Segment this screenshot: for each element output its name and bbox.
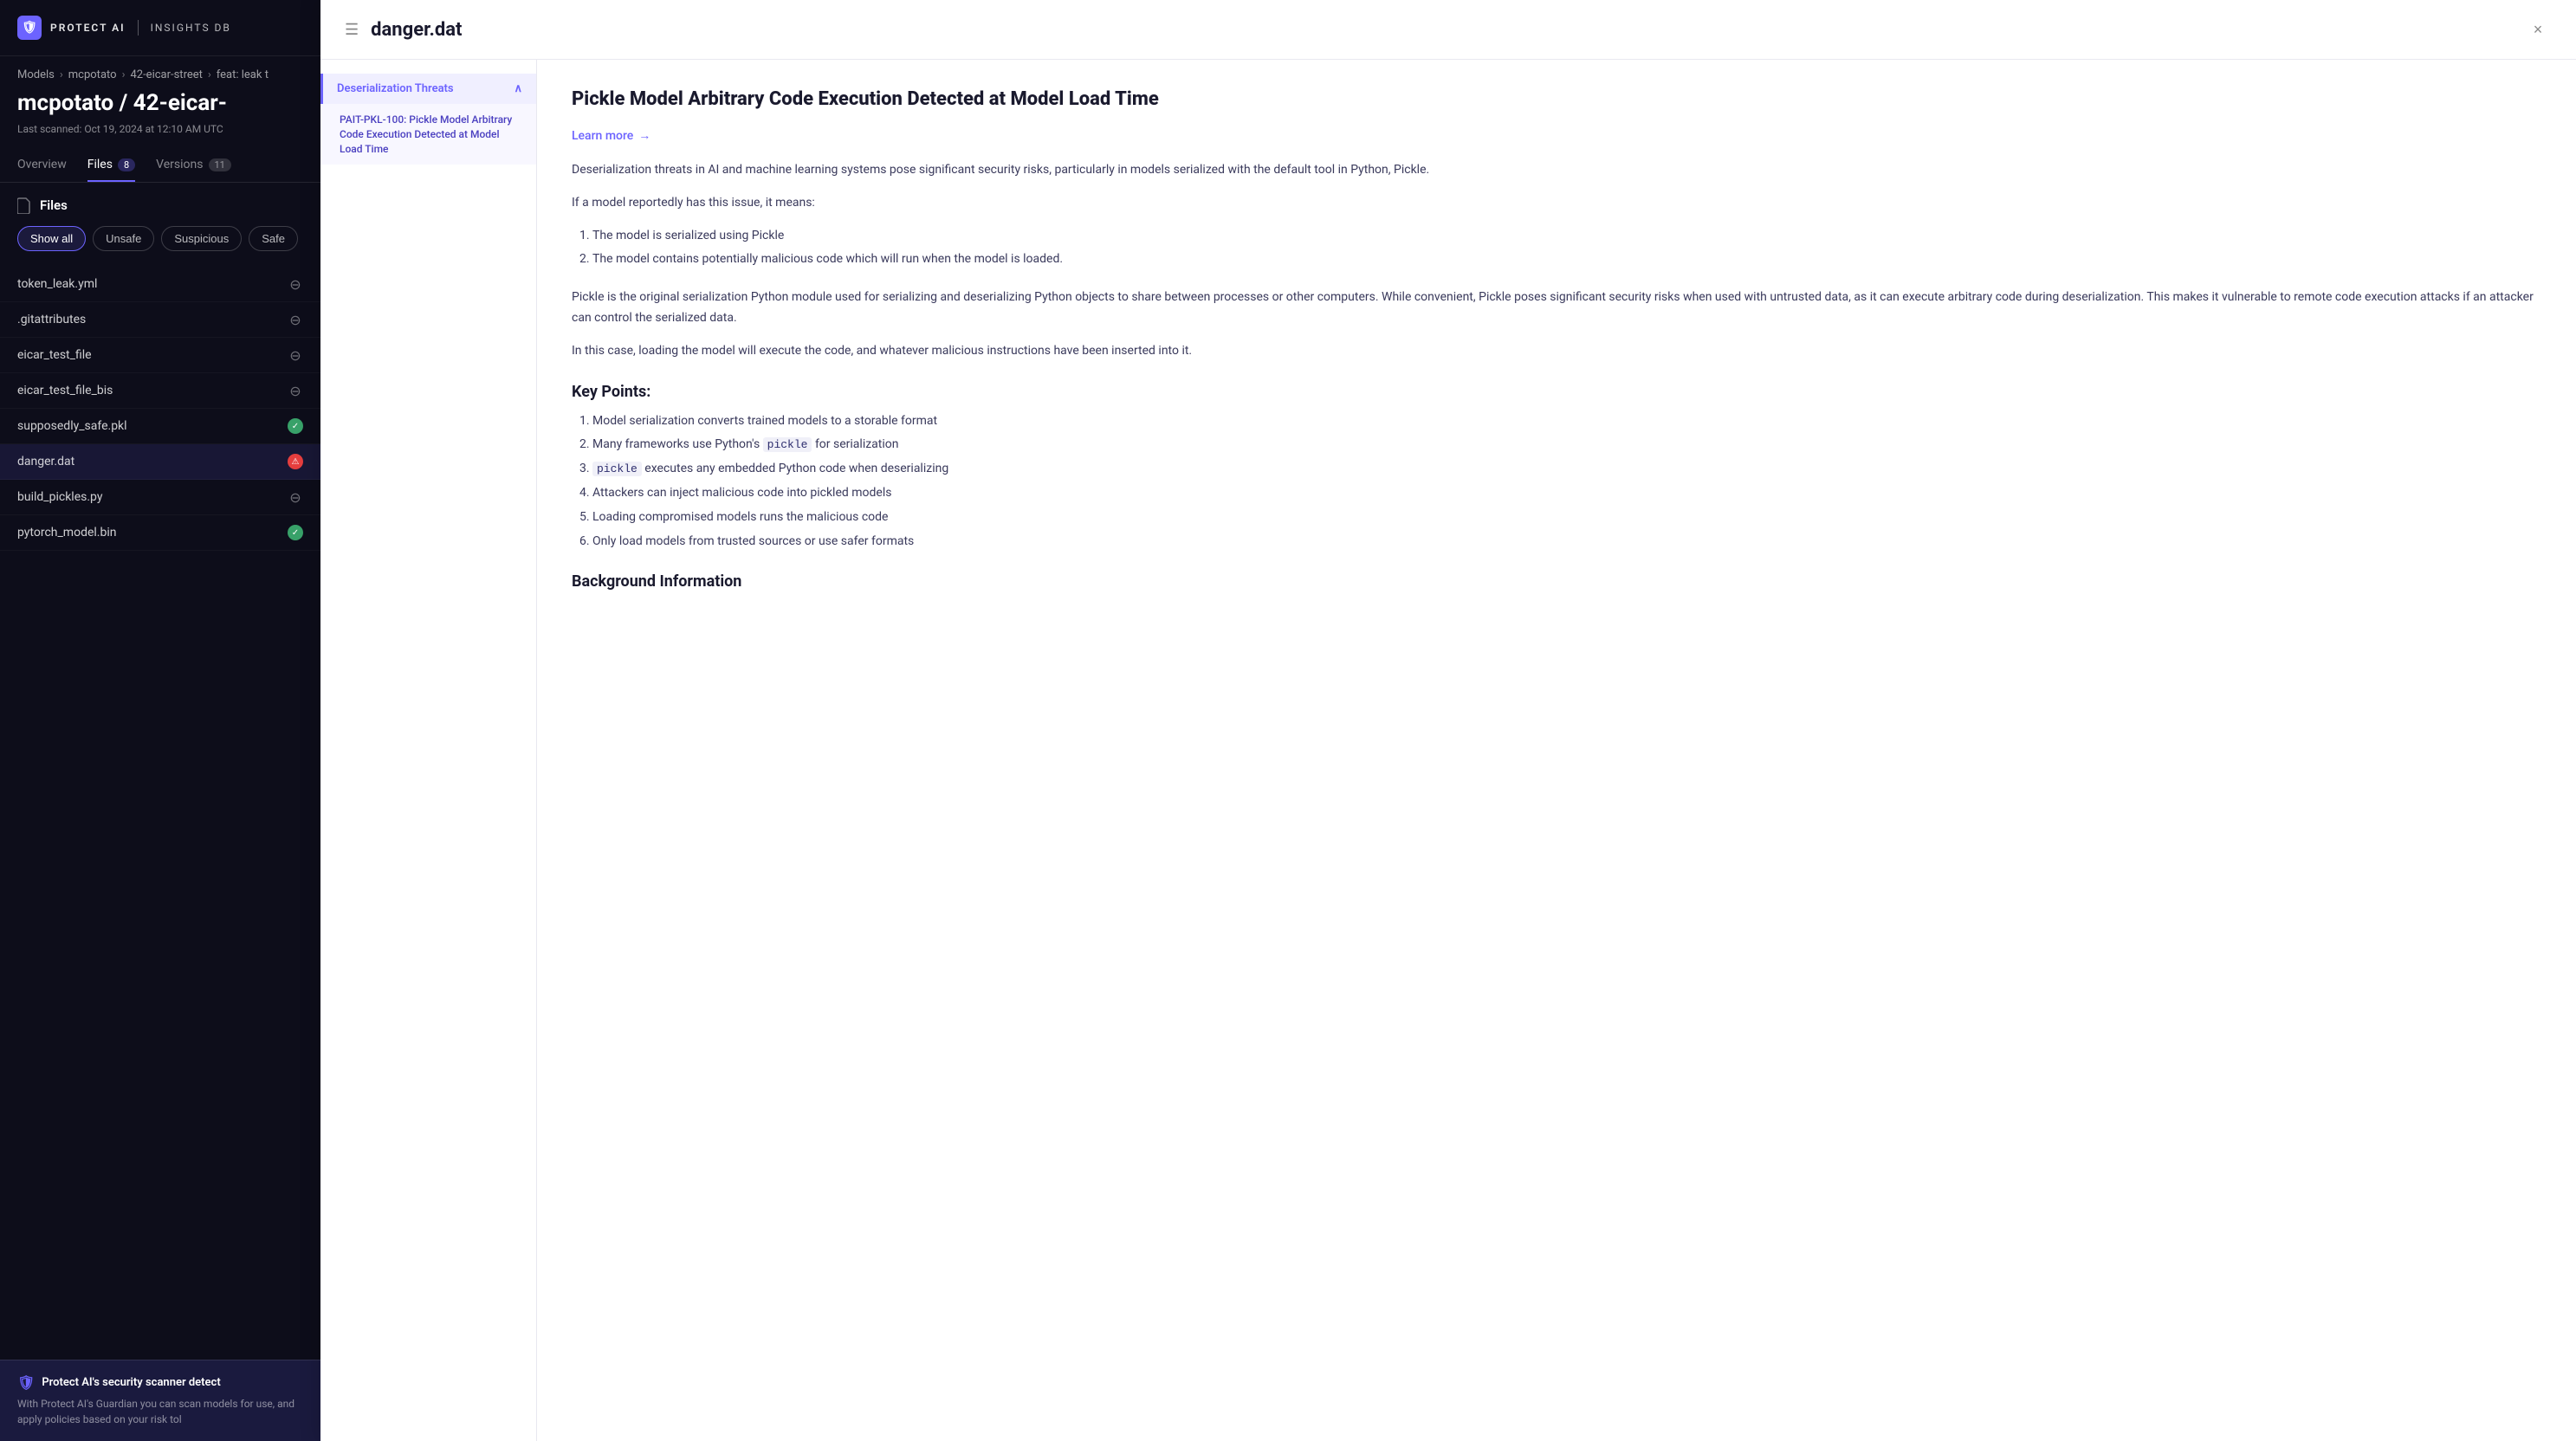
right-overlay: ☰ danger.dat × Deserialization Threats ∧… [320,0,2576,1441]
issue-list-item-2: The model contains potentially malicious… [592,249,2541,270]
topbar: 🛡 PROTECT AI INSIGHTS DB [0,0,320,56]
logo-separator [138,20,139,36]
files-header: Files [17,197,303,214]
breadcrumb-branch[interactable]: 42-eicar-street [130,68,202,81]
nav-item-pait-pkl-100[interactable]: PAIT-PKL-100: Pickle Model Arbitrary Cod… [320,104,536,165]
filter-suspicious[interactable]: Suspicious [161,226,242,251]
nav-section-header[interactable]: Deserialization Threats ∧ [320,74,536,104]
breadcrumb-sep-2: › [122,68,126,81]
files-section: Files Show all Unsafe Suspicious Safe [0,183,320,260]
kp-4: Attackers can inject malicious code into… [592,483,2541,504]
intro-paragraph: Deserialization threats in AI and machin… [572,160,2541,181]
breadcrumb-sep-3: › [208,68,211,81]
background-title: Background Information [572,572,2541,591]
badge-safe: ✓ [288,418,303,434]
logo-icon: 🛡 [17,16,42,40]
tab-files-label: Files [87,158,113,171]
file-name: token_leak.yml [17,277,279,291]
tab-versions-label: Versions [156,158,203,171]
last-scanned: Last scanned: Oct 19, 2024 at 12:10 AM U… [0,120,320,149]
file-name: .gitattributes [17,313,279,326]
learn-more-link[interactable]: Learn more → [572,128,650,143]
tab-overview[interactable]: Overview [17,149,67,182]
banner-title: 🛡 Protect AI's security scanner detect [17,1374,303,1391]
tab-files-count: 8 [118,158,135,171]
banner-title-text: Protect AI's security scanner detect [42,1376,220,1389]
tabs-bar: Overview Files 8 Versions 11 [0,149,320,183]
badge-neutral: ⊖ [288,276,303,292]
logo-sub: INSIGHTS DB [151,22,231,34]
filter-safe[interactable]: Safe [249,226,298,251]
tab-overview-label: Overview [17,158,67,171]
file-item-pytorch-model[interactable]: pytorch_model.bin ✓ [0,515,320,551]
logo-name: PROTECT AI [50,22,126,34]
chevron-up-icon: ∧ [514,82,522,95]
filter-show-all[interactable]: Show all [17,226,86,251]
learn-more-label: Learn more [572,129,633,143]
file-list: token_leak.yml ⊖ .gitattributes ⊖ eicar_… [0,260,320,1360]
tab-versions[interactable]: Versions 11 [156,149,231,182]
overlay-content: Pickle Model Arbitrary Code Execution De… [537,60,2576,1441]
breadcrumb-mcpotato[interactable]: mcpotato [68,68,117,81]
overlay-nav: Deserialization Threats ∧ PAIT-PKL-100: … [320,60,537,1441]
badge-neutral: ⊖ [288,383,303,398]
file-item-eicar[interactable]: eicar_test_file ⊖ [0,338,320,373]
file-name: build_pickles.py [17,490,279,504]
banner-text: With Protect AI's Guardian you can scan … [17,1396,303,1427]
file-item-supposedly-safe[interactable]: supposedly_safe.pkl ✓ [0,409,320,444]
close-button[interactable]: × [2524,16,2552,43]
overlay-title: danger.dat [371,19,2512,41]
file-item-eicar-bis[interactable]: eicar_test_file_bis ⊖ [0,373,320,409]
files-label: Files [40,197,68,213]
key-points-title: Key Points: [572,383,2541,401]
issue-list: The model is serialized using Pickle The… [572,226,2541,271]
badge-neutral: ⊖ [288,347,303,363]
breadcrumb-sep-1: › [60,68,63,81]
tab-versions-count: 11 [209,158,231,171]
breadcrumb-models[interactable]: Models [17,68,55,81]
badge-danger: ⚠ [288,454,303,469]
files-icon [17,197,33,214]
nav-section-deserialization: Deserialization Threats ∧ PAIT-PKL-100: … [320,74,536,165]
kp-2: Many frameworks use Python's pickle for … [592,435,2541,456]
left-panel: 🛡 PROTECT AI INSIGHTS DB Models › mcpota… [0,0,320,1441]
key-points-list: Model serialization converts trained mod… [572,411,2541,552]
file-name: eicar_test_file [17,348,279,362]
badge-neutral: ⊖ [288,489,303,505]
page-title: mcpotato / 42-eicar- [0,90,320,120]
breadcrumb-commit: feat: leak t [217,68,269,81]
file-item-token-leak[interactable]: token_leak.yml ⊖ [0,267,320,302]
file-item-gitattributes[interactable]: .gitattributes ⊖ [0,302,320,338]
badge-safe: ✓ [288,525,303,540]
filter-buttons: Show all Unsafe Suspicious Safe [17,226,303,251]
overlay-body: Deserialization Threats ∧ PAIT-PKL-100: … [320,60,2576,1441]
badge-neutral: ⊖ [288,312,303,327]
file-item-danger-dat[interactable]: danger.dat ⚠ [0,444,320,480]
breadcrumb: Models › mcpotato › 42-eicar-street › fe… [0,56,320,90]
overlay-header: ☰ danger.dat × [320,0,2576,60]
pickle-paragraph: Pickle is the original serialization Pyt… [572,288,2541,329]
file-name: supposedly_safe.pkl [17,419,279,433]
file-name: danger.dat [17,455,279,468]
content-title: Pickle Model Arbitrary Code Execution De… [572,87,2541,113]
if-paragraph: If a model reportedly has this issue, it… [572,193,2541,214]
bottom-banner: 🛡 Protect AI's security scanner detect W… [0,1360,320,1441]
file-name: pytorch_model.bin [17,526,279,540]
kp-3: pickle executes any embedded Python code… [592,459,2541,480]
nav-section-label: Deserialization Threats [337,82,454,95]
menu-icon[interactable]: ☰ [345,21,359,39]
banner-shield-icon: 🛡 [17,1374,35,1391]
kp-6: Only load models from trusted sources or… [592,532,2541,552]
kp-1: Model serialization converts trained mod… [592,411,2541,432]
file-item-build-pickles[interactable]: build_pickles.py ⊖ [0,480,320,515]
file-name: eicar_test_file_bis [17,384,279,397]
arrow-icon: → [638,128,650,143]
tab-files[interactable]: Files 8 [87,149,135,182]
issue-list-item-1: The model is serialized using Pickle [592,226,2541,247]
filter-unsafe[interactable]: Unsafe [93,226,154,251]
case-paragraph: In this case, loading the model will exe… [572,341,2541,362]
kp-5: Loading compromised models runs the mali… [592,507,2541,528]
